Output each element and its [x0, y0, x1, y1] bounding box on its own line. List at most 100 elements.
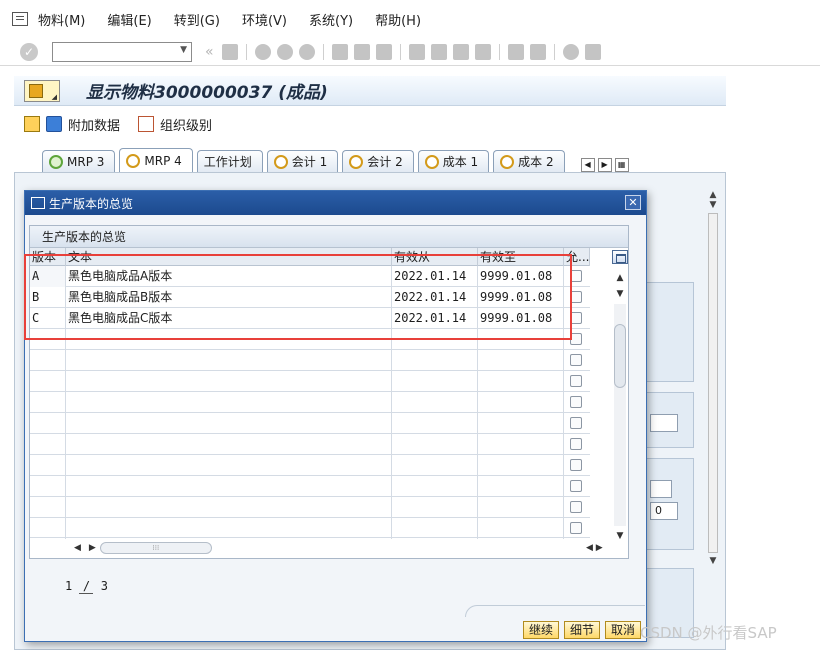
menu-help[interactable]: 帮助(H) — [375, 10, 421, 29]
dialog-menu-icon[interactable] — [31, 197, 45, 209]
layout-icon[interactable] — [584, 43, 601, 60]
last-page-icon[interactable] — [474, 43, 491, 60]
new-session-icon[interactable] — [507, 43, 524, 60]
row-checkbox[interactable] — [570, 522, 582, 534]
additional-data-button[interactable]: 附加数据 — [68, 115, 120, 134]
menu-goto[interactable]: 转到(G) — [174, 10, 220, 29]
next-page-icon[interactable] — [452, 43, 469, 60]
tab-costing2[interactable]: 成本 2 — [493, 150, 565, 172]
column-header-text[interactable]: 文本 — [66, 248, 392, 266]
cell-version[interactable]: C — [30, 308, 66, 329]
table-row[interactable]: C 黑色电脑成品C版本 2022.01.14 9999.01.08 — [30, 308, 590, 329]
column-header-valid-to[interactable]: 有效至 — [478, 248, 564, 266]
tab-accounting1[interactable]: 会计 1 — [266, 150, 339, 172]
cell-version[interactable]: A — [30, 266, 66, 287]
scroll-right-icon[interactable]: ▶ — [89, 543, 96, 553]
table-row[interactable]: A 黑色电脑成品A版本 2022.01.14 9999.01.08 — [30, 266, 590, 287]
grid-horizontal-scrollbar-right[interactable]: ◀ ▶ — [586, 540, 626, 556]
tab-accounting2[interactable]: 会计 2 — [342, 150, 414, 172]
row-checkbox[interactable] — [570, 312, 582, 324]
previous-page-icon[interactable] — [430, 43, 447, 60]
row-checkbox[interactable] — [570, 501, 582, 513]
row-checkbox[interactable] — [570, 375, 582, 387]
background-field[interactable]: 0 — [650, 502, 678, 520]
cell-valid-to[interactable]: 9999.01.08 — [478, 308, 564, 329]
grid-vertical-scrollbar[interactable]: ▲ ▼ ▼ — [612, 270, 628, 541]
shortcut-icon[interactable] — [529, 43, 546, 60]
view-selection-button[interactable] — [24, 79, 60, 102]
find-icon[interactable] — [353, 43, 370, 60]
cell-version[interactable]: B — [30, 287, 66, 308]
scroll-right-icon[interactable]: ▶ — [596, 543, 603, 553]
table-row[interactable]: B 黑色电脑成品B版本 2022.01.14 9999.01.08 — [30, 287, 590, 308]
scroll-track[interactable] — [614, 304, 626, 526]
menu-material[interactable]: 物料(M) — [38, 10, 85, 29]
close-icon[interactable]: ✕ — [625, 195, 641, 210]
scroll-down-icon[interactable]: ▼ — [706, 200, 720, 210]
row-checkbox[interactable] — [570, 459, 582, 471]
scroll-up-icon[interactable]: ▲ — [612, 270, 628, 286]
column-header-valid-from[interactable]: 有效从 — [392, 248, 478, 266]
scroll-up-icon[interactable]: ▲ — [706, 190, 720, 200]
menu-environment[interactable]: 环境(V) — [242, 10, 287, 29]
scroll-down-icon[interactable]: ▼ — [706, 556, 720, 566]
scroll-thumb[interactable] — [614, 324, 626, 388]
tab-mrp4[interactable]: MRP 4 — [119, 148, 193, 172]
tab-costing1[interactable]: 成本 1 — [417, 150, 490, 172]
background-field[interactable] — [650, 414, 678, 432]
collapse-icon[interactable]: « — [205, 44, 214, 60]
tab-routing[interactable]: 工作计划 — [196, 150, 263, 172]
menu-edit[interactable]: 编辑(E) — [107, 10, 151, 29]
row-checkbox[interactable] — [570, 417, 582, 429]
cancel-button[interactable]: 取消 — [605, 621, 641, 639]
row-checkbox[interactable] — [570, 480, 582, 492]
main-scrollbar[interactable]: ▲ ▼ ▼ — [706, 190, 720, 620]
cancel-icon[interactable] — [298, 43, 315, 60]
scroll-down-icon[interactable]: ▼ — [612, 286, 628, 302]
row-checkbox[interactable] — [570, 291, 582, 303]
scroll-left-icon[interactable]: ◀ — [586, 543, 593, 553]
cell-valid-to[interactable]: 9999.01.08 — [478, 266, 564, 287]
exit-icon[interactable] — [276, 43, 293, 60]
cell-text[interactable]: 黑色电脑成品C版本 — [66, 308, 392, 329]
org-levels-icon[interactable] — [138, 116, 155, 132]
cell-text[interactable]: 黑色电脑成品A版本 — [66, 266, 392, 287]
scroll-left-icon[interactable]: ◀ — [74, 543, 81, 553]
background-field[interactable] — [650, 480, 672, 498]
first-page-icon[interactable] — [408, 43, 425, 60]
help-icon[interactable] — [562, 43, 579, 60]
tab-list-icon[interactable]: ▦ — [614, 158, 629, 172]
scroll-thumb[interactable]: ⁞⁞⁞ — [99, 542, 212, 554]
menu-icon[interactable] — [12, 12, 28, 26]
row-checkbox[interactable] — [570, 396, 582, 408]
print-icon[interactable] — [331, 43, 348, 60]
back-icon[interactable] — [254, 43, 271, 60]
other-material-icon[interactable] — [24, 116, 40, 132]
tab-next-icon[interactable]: ▶ — [597, 158, 612, 172]
grid-horizontal-scrollbar[interactable]: ◀ ▶ ⁞⁞⁞ — [70, 540, 230, 556]
cell-valid-from[interactable]: 2022.01.14 — [392, 287, 478, 308]
menu-system[interactable]: 系统(Y) — [309, 10, 353, 29]
cell-valid-from[interactable]: 2022.01.14 — [392, 308, 478, 329]
enter-check-icon[interactable]: ✓ — [20, 42, 38, 61]
command-field[interactable] — [52, 41, 192, 62]
tab-mrp3[interactable]: MRP 3 — [42, 150, 116, 172]
save-icon[interactable] — [221, 43, 238, 60]
scroll-track[interactable] — [708, 213, 718, 553]
column-header-version[interactable]: 版本 — [30, 248, 66, 266]
cell-valid-from[interactable]: 2022.01.14 — [392, 266, 478, 287]
row-checkbox[interactable] — [570, 354, 582, 366]
tab-prev-icon[interactable]: ◀ — [580, 158, 595, 172]
layout-settings-icon[interactable] — [612, 250, 628, 264]
find-next-icon[interactable] — [375, 43, 392, 60]
row-checkbox[interactable] — [570, 333, 582, 345]
org-levels-button[interactable]: 组织级别 — [160, 115, 212, 134]
cell-text[interactable]: 黑色电脑成品B版本 — [66, 287, 392, 308]
cell-valid-to[interactable]: 9999.01.08 — [478, 287, 564, 308]
column-header-flag[interactable]: 允... — [564, 248, 590, 266]
detail-button[interactable]: 细节 — [564, 621, 600, 639]
row-checkbox[interactable] — [570, 270, 582, 282]
continue-button[interactable]: 继续 — [523, 621, 559, 639]
arrow-right-icon[interactable] — [46, 116, 62, 132]
row-checkbox[interactable] — [570, 438, 582, 450]
